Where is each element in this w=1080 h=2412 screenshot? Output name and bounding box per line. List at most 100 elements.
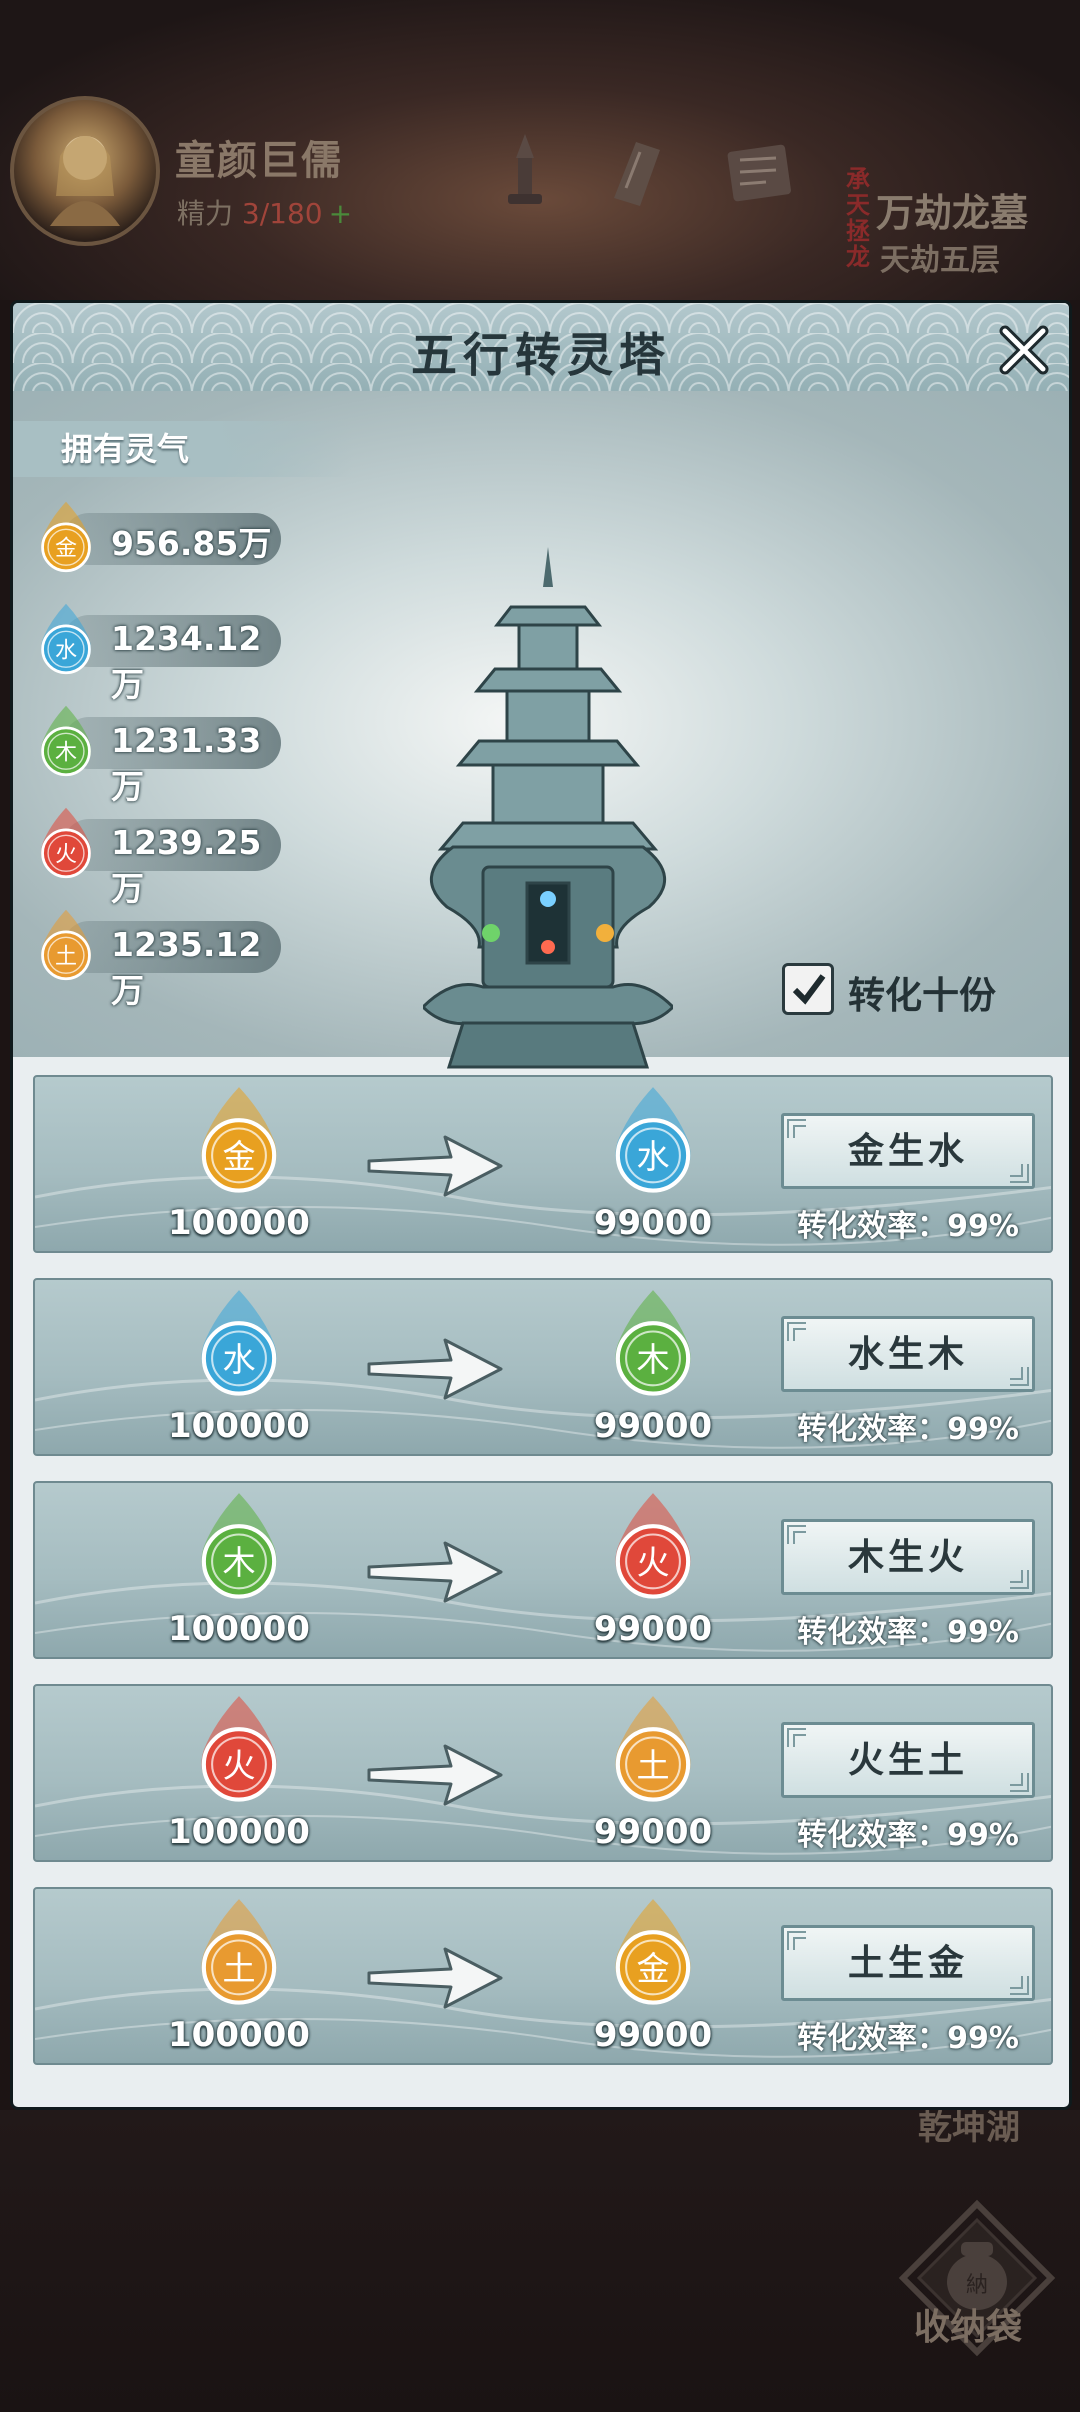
corner-ornament	[787, 1931, 806, 1950]
resource-row: 土 1235.12万	[31, 909, 291, 1010]
conversion-row: 100000 99000 金生水转化效率：99% 金 水	[33, 1075, 1053, 1253]
arrow-right-icon	[367, 1744, 503, 1806]
source-amount: 100000	[168, 1812, 310, 1852]
corner-ornament	[787, 1119, 806, 1138]
close-icon[interactable]	[997, 323, 1051, 377]
target-amount: 99000	[593, 1203, 713, 1243]
sword-icon[interactable]	[482, 128, 568, 214]
pagoda-icon	[423, 547, 673, 1069]
resource-amount: 1239.25万	[111, 823, 262, 908]
svg-text:土: 土	[55, 945, 77, 970]
element-orb-icon: 金	[40, 501, 92, 573]
resource-row: 火 1239.25万	[31, 807, 291, 908]
arrow-right-icon	[367, 1947, 503, 2009]
storage-bag-label[interactable]: 收纳袋	[914, 2298, 1022, 2350]
target-element-orb-icon: 水	[615, 1087, 691, 1193]
player-avatar[interactable]	[10, 96, 160, 246]
convert-button-label: 水生木	[847, 1333, 968, 1375]
resource-row: 金 956.85万	[31, 501, 291, 573]
energy-label: 精力	[177, 197, 234, 230]
convert-button-label: 木生火	[847, 1536, 968, 1578]
source-amount: 100000	[168, 1609, 310, 1649]
source-element-orb-icon: 火	[201, 1696, 277, 1802]
resource-amount: 1234.12万	[111, 619, 262, 704]
target-amount: 99000	[593, 1609, 713, 1649]
bag-badge: 納	[966, 2273, 988, 2298]
target-amount: 99000	[593, 1406, 713, 1446]
element-orb-icon: 火	[40, 807, 92, 879]
dungeon-seal: 承天拯龙	[846, 164, 870, 271]
corner-ornament	[1010, 1164, 1029, 1183]
corner-ornament	[1010, 1367, 1029, 1386]
corner-ornament	[1010, 1570, 1029, 1589]
convert-button[interactable]: 金生水	[781, 1113, 1035, 1189]
element-orb-icon: 水	[40, 603, 92, 675]
svg-text:火: 火	[55, 843, 77, 868]
source-amount: 100000	[168, 1203, 310, 1243]
player-name: 童颜巨儒	[175, 138, 343, 184]
dialog-title: 五行转灵塔	[411, 328, 671, 382]
svg-text:水: 水	[55, 639, 77, 664]
arrow-right-icon	[367, 1135, 503, 1197]
element-orb-icon: 土	[40, 909, 92, 981]
letter-icon[interactable]	[716, 128, 802, 214]
conversion-efficiency: 转化效率：99%	[797, 1412, 1019, 1447]
convert-button[interactable]: 火生土	[781, 1722, 1035, 1798]
conversion-efficiency: 转化效率：99%	[797, 1615, 1019, 1650]
resource-row: 木 1231.33万	[31, 705, 291, 806]
convert-ten-checkbox[interactable]	[782, 963, 834, 1015]
dungeon-name[interactable]: 万劫龙墓	[876, 182, 1028, 237]
svg-text:金: 金	[222, 1137, 255, 1176]
convert-button[interactable]: 木生火	[781, 1519, 1035, 1595]
svg-text:火: 火	[222, 1746, 255, 1785]
convert-ten-label[interactable]: 转化十份	[848, 965, 996, 1019]
conversion-row: 100000 99000 土生金 转化效率：99% 土 金	[33, 1887, 1053, 2065]
resource-row: 水 1234.12万	[31, 603, 291, 704]
target-element-orb-icon: 金	[615, 1899, 691, 2005]
convert-button[interactable]: 土生金	[781, 1925, 1035, 2001]
convert-button-label: 火生土	[847, 1739, 968, 1781]
svg-text:水: 水	[636, 1137, 669, 1176]
source-element-orb-icon: 土	[201, 1899, 277, 2005]
portrait-icon	[50, 136, 120, 226]
svg-text:木: 木	[55, 741, 77, 766]
convert-button[interactable]: 水生木	[781, 1316, 1035, 1392]
target-amount: 99000	[593, 2015, 713, 2055]
scroll-icon[interactable]	[596, 128, 682, 214]
corner-ornament	[1010, 1773, 1029, 1792]
source-element-orb-icon: 金	[201, 1087, 277, 1193]
svg-text:金: 金	[636, 1949, 669, 1988]
convert-button-label: 土生金	[847, 1942, 968, 1984]
dungeon-floor: 天劫五层	[880, 243, 1000, 278]
corner-ornament	[787, 1322, 806, 1341]
corner-ornament	[787, 1525, 806, 1544]
corner-ornament	[787, 1728, 806, 1747]
five-elements-tower-dialog: 五行转灵塔 拥有灵气 金 956.85万水 1234.12万木 1231.33万火 12…	[10, 300, 1072, 2110]
source-element-orb-icon: 水	[201, 1290, 277, 1396]
resource-panel: 拥有灵气 金 956.85万水 1234.12万木 1231.33万火 1239.25万…	[13, 391, 1069, 1069]
conversion-row: 100000 99000 火生土转化效率：99% 火 土	[33, 1684, 1053, 1862]
source-element-orb-icon: 木	[201, 1493, 277, 1599]
corner-ornament	[1010, 1976, 1029, 1995]
energy-add-button[interactable]: +	[329, 197, 352, 230]
convert-button-label: 金生水	[847, 1130, 968, 1172]
svg-text:土: 土	[636, 1746, 669, 1785]
svg-text:木: 木	[222, 1543, 255, 1582]
svg-text:水: 水	[222, 1340, 255, 1379]
target-amount: 99000	[593, 1812, 713, 1852]
resource-amount: 1235.12万	[111, 925, 262, 1010]
target-element-orb-icon: 火	[615, 1493, 691, 1599]
target-element-orb-icon: 木	[615, 1290, 691, 1396]
source-amount: 100000	[168, 2015, 310, 2055]
svg-text:火: 火	[636, 1543, 669, 1582]
arrow-right-icon	[367, 1338, 503, 1400]
dialog-header: 五行转灵塔	[13, 303, 1069, 391]
resource-amount: 956.85万	[111, 524, 272, 563]
conversion-efficiency: 转化效率：99%	[797, 1209, 1019, 1244]
source-amount: 100000	[168, 1406, 310, 1446]
arrow-right-icon	[367, 1541, 503, 1603]
conversion-efficiency: 转化效率：99%	[797, 1818, 1019, 1853]
resource-amount: 1231.33万	[111, 721, 262, 806]
energy-value: 3/180	[241, 197, 323, 230]
conversion-row: 100000 99000 水生木转化效率：99% 水 木	[33, 1278, 1053, 1456]
